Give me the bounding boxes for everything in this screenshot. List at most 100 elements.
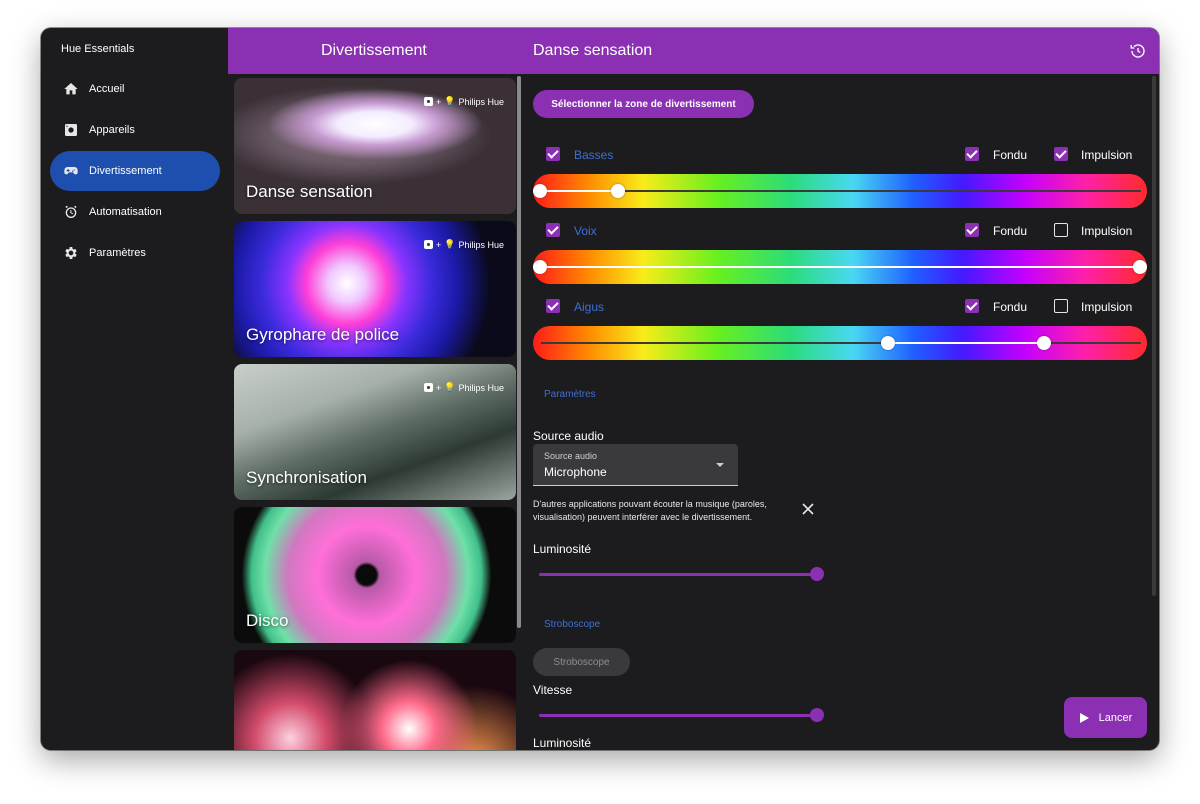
select-value: Microphone (544, 465, 607, 479)
sidebar-item-label: Divertissement (89, 165, 162, 177)
aigus-pulse-label: Impulsion (1081, 300, 1133, 314)
alarm-clock-icon (63, 204, 79, 220)
chevron-down-icon (716, 463, 724, 467)
range-selection (888, 342, 1044, 344)
range-thumb-high[interactable] (1037, 336, 1051, 350)
gamepad-icon (63, 163, 79, 179)
audio-source-select[interactable]: Source audio Microphone (533, 444, 738, 486)
basses-range-slider[interactable] (533, 174, 1147, 208)
select-zone-button[interactable]: Sélectionner la zone de divertissement (533, 90, 754, 118)
launch-label: Lancer (1098, 711, 1133, 724)
voix-pulse-checkbox[interactable] (1054, 223, 1068, 237)
card-danse-sensation[interactable]: + 💡 Philips Hue Danse sensation (234, 78, 516, 214)
slider-thumb[interactable] (810, 708, 824, 722)
brightness-label: Luminosité (533, 542, 592, 556)
badge-label: Philips Hue (458, 239, 504, 250)
sidebar-item-automatisation[interactable]: Automatisation (50, 192, 220, 232)
play-icon (1079, 712, 1089, 723)
slider-fill (539, 714, 817, 717)
card-badge: + 💡 Philips Hue (423, 96, 504, 107)
card-label: Synchronisation (246, 468, 367, 487)
lightbulb-icon: 💡 (444, 382, 456, 392)
band-voix-checkbox[interactable] (546, 223, 560, 237)
sidebar-item-label: Automatisation (89, 206, 162, 218)
basses-pulse-checkbox[interactable] (1054, 147, 1068, 161)
range-thumb-low[interactable] (533, 184, 547, 198)
speed-label: Vitesse (533, 683, 573, 697)
brightness-slider[interactable] (539, 567, 824, 581)
slider-fill (539, 573, 817, 576)
range-thumb-low[interactable] (881, 336, 895, 350)
range-thumb-high[interactable] (611, 184, 625, 198)
sidebar-item-parametres[interactable]: Paramètres (50, 233, 220, 273)
aigus-fade-label: Fondu (993, 300, 1028, 314)
badge-plus: + (435, 239, 442, 250)
badge-label: Philips Hue (458, 382, 504, 393)
launch-button[interactable]: Lancer (1064, 697, 1147, 738)
sidebar-item-accueil[interactable]: Accueil (50, 69, 220, 109)
interference-warning: D'autres applications pouvant écouter la… (533, 499, 767, 522)
app-title: Hue Essentials (61, 43, 135, 55)
card-label: Gyrophare de police (246, 325, 400, 344)
voix-pulse-label: Impulsion (1081, 224, 1133, 238)
top-app-bar: Divertissement Danse sensation (228, 28, 1159, 74)
card-disco[interactable]: Disco (234, 507, 516, 643)
app-window: Hue Essentials Accueil Appareils Diverti… (41, 28, 1159, 750)
strobe-section-label: Stroboscope (544, 619, 601, 630)
range-track (541, 342, 1141, 344)
range-thumb-low[interactable] (533, 260, 547, 274)
sidebar-item-label: Appareils (89, 124, 135, 136)
card-synchronisation[interactable]: + 💡 Philips Hue Synchronisation (234, 364, 516, 500)
select-floating-label: Source audio (544, 451, 598, 461)
detail-scrollbar[interactable] (1152, 76, 1156, 596)
sidebar-item-appareils[interactable]: Appareils (50, 110, 220, 150)
bridge-icon (423, 97, 433, 106)
card-fireworks[interactable] (234, 650, 516, 750)
history-icon[interactable] (1129, 42, 1147, 60)
band-basses-checkbox[interactable] (546, 147, 560, 161)
card-label: Danse sensation (246, 182, 373, 201)
range-selection (540, 190, 618, 192)
sidebar: Hue Essentials Accueil Appareils Diverti… (41, 28, 228, 750)
brightness2-label: Luminosité (533, 736, 592, 750)
voix-fade-label: Fondu (993, 224, 1028, 238)
card-badge: + 💡 Philips Hue (423, 239, 504, 250)
strobe-button[interactable]: Stroboscope (533, 648, 630, 676)
voix-range-slider[interactable] (533, 250, 1147, 284)
parameters-section-label: Paramètres (544, 389, 596, 400)
aigus-range-slider[interactable] (533, 326, 1147, 360)
range-selection (540, 266, 1140, 268)
card-badge: + 💡 Philips Hue (423, 382, 504, 393)
close-icon[interactable] (801, 502, 815, 516)
page-title: Danse sensation (533, 42, 653, 59)
bridge-icon (423, 383, 433, 392)
basses-pulse-label: Impulsion (1081, 148, 1133, 162)
band-voix-label: Voix (574, 224, 597, 238)
badge-plus: + (435, 96, 442, 107)
home-icon (63, 81, 79, 97)
badge-plus: + (435, 382, 442, 393)
bridge-icon (423, 240, 433, 249)
band-basses-label: Basses (574, 148, 614, 162)
card-label: Disco (246, 611, 289, 630)
sidebar-item-divertissement[interactable]: Divertissement (50, 151, 220, 191)
speed-slider[interactable] (539, 708, 824, 722)
card-gyrophare-de-police[interactable]: + 💡 Philips Hue Gyrophare de police (234, 221, 516, 357)
sidebar-item-label: Accueil (89, 83, 125, 95)
sidebar-item-label: Paramètres (89, 247, 146, 259)
range-track (541, 190, 1141, 192)
list-scrollbar[interactable] (517, 76, 521, 628)
lightbulb-icon: 💡 (444, 239, 456, 249)
aigus-fade-checkbox[interactable] (965, 299, 979, 313)
audio-source-label: Source audio (533, 429, 604, 443)
range-thumb-high[interactable] (1133, 260, 1147, 274)
voix-fade-checkbox[interactable] (965, 223, 979, 237)
section-title: Divertissement (321, 42, 427, 59)
aigus-pulse-checkbox[interactable] (1054, 299, 1068, 313)
band-aigus-checkbox[interactable] (546, 299, 560, 313)
slider-thumb[interactable] (810, 567, 824, 581)
band-aigus-label: Aigus (574, 300, 605, 314)
device-icon (63, 122, 79, 138)
basses-fade-checkbox[interactable] (965, 147, 979, 161)
lightbulb-icon: 💡 (444, 96, 456, 106)
